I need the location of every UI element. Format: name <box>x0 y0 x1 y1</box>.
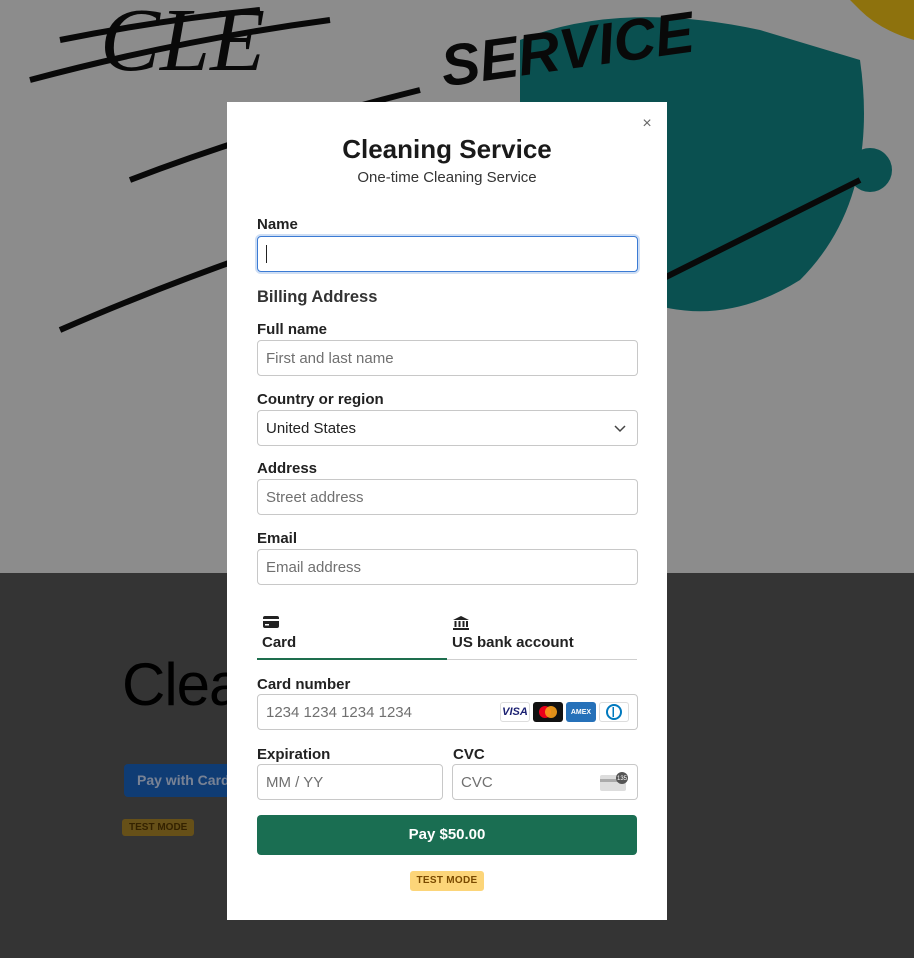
name-label: Name <box>257 216 298 233</box>
card-number-label: Card number <box>257 676 351 693</box>
expiration-placeholder: MM / YY <box>266 774 324 791</box>
country-value: United States <box>266 420 357 437</box>
tab-card-label: Card <box>262 634 297 651</box>
email-input[interactable]: Email address <box>257 549 638 585</box>
email-placeholder: Email address <box>266 559 362 576</box>
modal-title: Cleaning Service <box>342 134 552 164</box>
card-brands: VISA AMEX <box>500 702 629 722</box>
bank-icon <box>453 616 469 630</box>
mastercard-icon <box>533 702 563 722</box>
country-label: Country or region <box>257 391 384 408</box>
chevron-down-icon <box>614 425 626 433</box>
text-caret <box>266 245 267 263</box>
payment-method-tabs: Card US bank account <box>257 612 637 660</box>
tab-us-bank-account[interactable]: US bank account <box>447 612 637 660</box>
tab-card[interactable]: Card <box>257 612 447 660</box>
full-name-input[interactable]: First and last name <box>257 340 638 376</box>
checkout-modal: × Cleaning Service One-time Cleaning Ser… <box>227 102 667 920</box>
visa-icon: VISA <box>500 702 530 722</box>
card-number-input[interactable]: 1234 1234 1234 1234 VISA AMEX <box>257 694 638 730</box>
full-name-placeholder: First and last name <box>266 350 394 367</box>
country-select[interactable]: United States <box>257 410 638 446</box>
billing-address-title: Billing Address <box>257 288 378 306</box>
diners-icon <box>599 702 629 722</box>
address-placeholder: Street address <box>266 489 364 506</box>
expiration-label: Expiration <box>257 746 331 763</box>
cvc-icon: 135 <box>600 772 628 791</box>
address-label: Address <box>257 460 318 477</box>
address-input[interactable]: Street address <box>257 479 638 515</box>
full-name-label: Full name <box>257 321 328 338</box>
amex-icon: AMEX <box>566 702 596 722</box>
cvc-input[interactable]: CVC 135 <box>452 764 638 800</box>
cvc-placeholder: CVC <box>461 774 493 791</box>
name-input[interactable] <box>257 236 638 272</box>
pay-button[interactable]: Pay $50.00 <box>257 815 637 855</box>
cvc-label: CVC <box>453 746 485 763</box>
close-icon[interactable]: × <box>639 116 655 132</box>
modal-subtitle: One-time Cleaning Service <box>357 169 537 186</box>
test-mode-badge: TEST MODE <box>410 871 484 891</box>
expiration-input[interactable]: MM / YY <box>257 764 443 800</box>
card-number-placeholder: 1234 1234 1234 1234 <box>266 704 412 721</box>
card-icon <box>263 616 279 628</box>
svg-text:135: 135 <box>617 776 628 782</box>
tab-us-bank-account-label: US bank account <box>452 634 574 651</box>
email-label: Email <box>257 530 298 547</box>
